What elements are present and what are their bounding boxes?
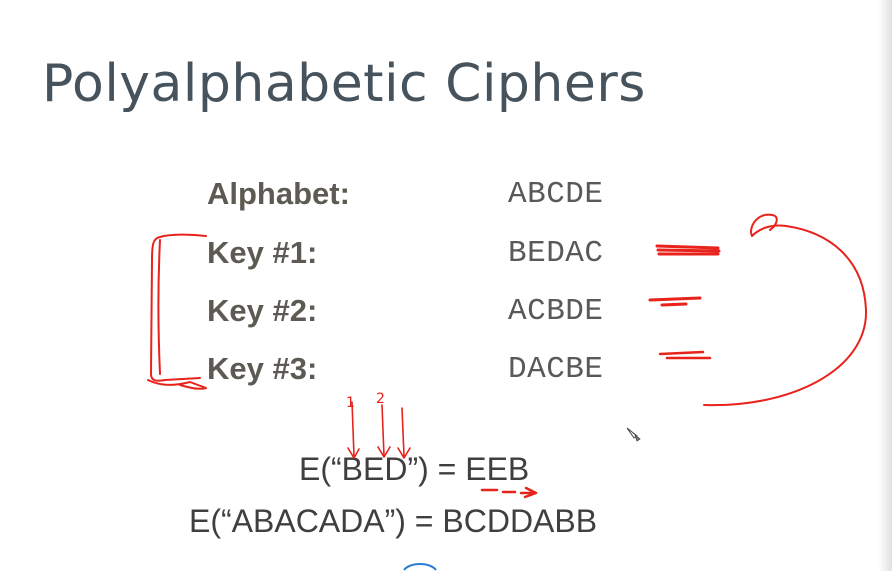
row-value-key-1: BEDAC <box>508 236 604 271</box>
ink-key1-strikes <box>655 244 721 256</box>
row-label-alphabet: Alphabet: <box>207 176 350 211</box>
pen-cursor-icon <box>626 427 641 442</box>
ink-bracket <box>150 233 207 382</box>
row-value-key-2: ACBDE <box>508 294 604 329</box>
ink-arrow-1 <box>347 401 360 459</box>
ink-bracket-inner <box>157 239 161 375</box>
row-value-alphabet: ABCDE <box>508 177 604 212</box>
ink-bracket-foot <box>147 379 207 390</box>
nav-arc-icon <box>403 563 437 571</box>
slide-title: Polyalphabetic Ciphers <box>42 54 646 114</box>
slide-edge-shadow <box>878 0 892 571</box>
ink-key2-strikes <box>648 296 702 307</box>
row-label-key-3: Key #3: <box>207 351 318 386</box>
ink-loop-arrow <box>703 213 868 407</box>
row-label-key-1: Key #1: <box>207 235 318 270</box>
ink-number-2: 2 <box>376 391 385 407</box>
ink-arrow-2 <box>377 404 391 458</box>
ink-underline-eeb <box>480 486 538 499</box>
equation-bed: E(“BED”) = EEB <box>299 451 530 487</box>
row-value-key-3: DACBE <box>508 352 604 387</box>
ink-number-1: 1 <box>346 395 355 411</box>
ink-key3-strikes <box>658 350 712 360</box>
slide: Polyalphabetic Ciphers Alphabet: ABCDE K… <box>0 0 892 571</box>
row-label-key-2: Key #2: <box>207 293 318 328</box>
equation-abacada: E(“ABACADA”) = BCDDABB <box>189 503 598 539</box>
